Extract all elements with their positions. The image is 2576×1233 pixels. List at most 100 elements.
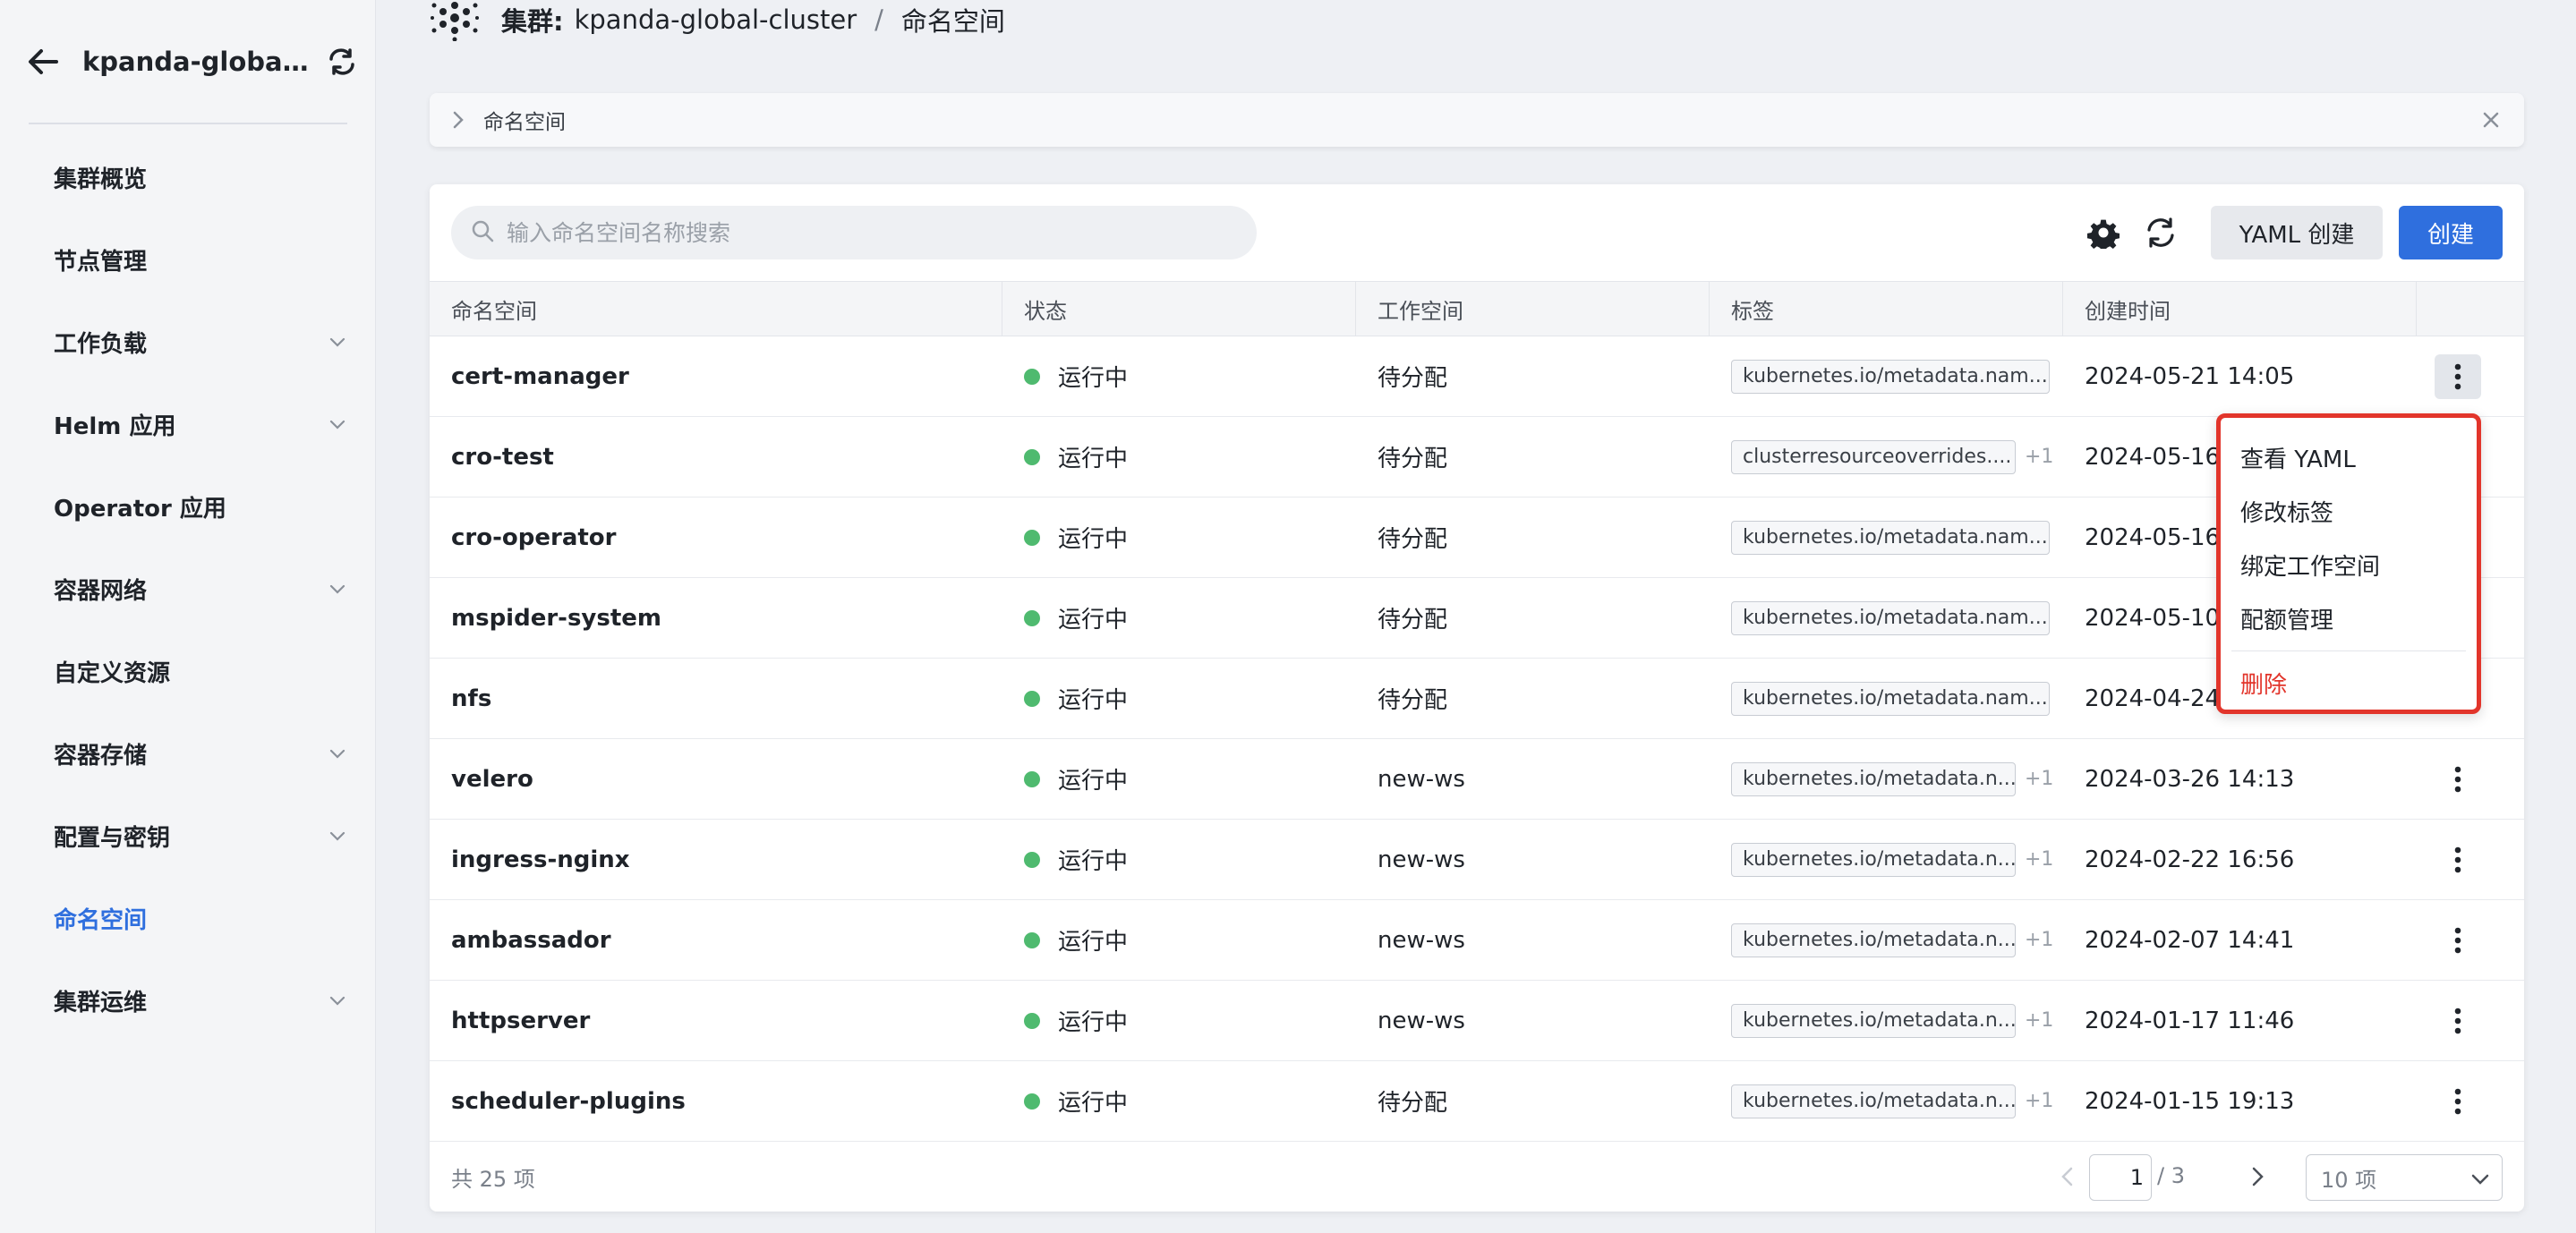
tag-more-count[interactable]: +1: [2025, 929, 2053, 951]
tag-badge[interactable]: kubernetes.io/metadata.nam...: [1731, 359, 2050, 394]
chevron-down-icon[interactable]: [328, 826, 347, 846]
table-row[interactable]: cro-operator 运行中 待分配 kubernetes.io/metadata…: [430, 497, 2524, 578]
namespace-name[interactable]: cert-manager: [430, 336, 1002, 417]
namespace-name[interactable]: httpserver: [430, 981, 1002, 1061]
table-row[interactable]: mspider-system 运行中 待分配 kubernetes.io/metada…: [430, 578, 2524, 659]
sidebar-item-helm-apps[interactable]: Helm 应用: [0, 383, 376, 465]
status-cell: 运行中: [1002, 497, 1356, 578]
tag-badge[interactable]: kubernetes.io/metadata.n...: [1731, 1003, 2016, 1038]
search-box[interactable]: [451, 206, 1257, 259]
tag-badge[interactable]: clusterresourceoverrides....: [1731, 439, 2016, 474]
column-header-status[interactable]: 状态: [1002, 282, 1356, 336]
search-input[interactable]: [507, 219, 1241, 246]
namespace-name[interactable]: scheduler-plugins: [430, 1061, 1002, 1142]
close-icon[interactable]: [2481, 110, 2501, 130]
next-page-icon[interactable]: [2247, 1165, 2270, 1188]
workspace-cell: new-ws: [1378, 1007, 1465, 1034]
table-row[interactable]: ambassador 运行中 new-ws kubernetes.io/metadat…: [430, 900, 2524, 981]
page-number-input[interactable]: 1: [2089, 1154, 2152, 1201]
tag-badge[interactable]: kubernetes.io/metadata.nam...: [1731, 681, 2050, 716]
tag-cell: kubernetes.io/metadata.n... +1: [1710, 900, 2063, 981]
chevron-down-icon[interactable]: [328, 332, 347, 352]
chevron-down-icon[interactable]: [328, 414, 347, 434]
menu-item-edit-labels[interactable]: 修改标签: [2221, 484, 2477, 538]
tag-cell: kubernetes.io/metadata.n... +1: [1710, 1061, 2063, 1142]
namespace-name[interactable]: nfs: [430, 659, 1002, 739]
more-actions-icon[interactable]: [2435, 999, 2481, 1043]
namespace-name[interactable]: ambassador: [430, 900, 1002, 981]
tag-more-count[interactable]: +1: [2025, 768, 2053, 790]
refresh-icon[interactable]: [2143, 215, 2179, 251]
table-row[interactable]: velero 运行中 new-ws kubernetes.io/metadata.n.…: [430, 739, 2524, 820]
status-text: 运行中: [1058, 1009, 1129, 1036]
table-row[interactable]: cert-manager 运行中 待分配 kubernetes.io/metadata…: [430, 336, 2524, 417]
switch-cluster-icon[interactable]: [326, 46, 358, 78]
sidebar-item-cluster-overview[interactable]: 集群概览: [0, 136, 376, 218]
column-header-namespace[interactable]: 命名空间: [430, 282, 1002, 336]
back-arrow-icon[interactable]: [25, 44, 61, 80]
tag-badge[interactable]: kubernetes.io/metadata.nam...: [1731, 520, 2050, 555]
sidebar-item-namespaces[interactable]: 命名空间: [0, 877, 376, 959]
more-actions-icon[interactable]: [2435, 918, 2481, 963]
sidebar-item-config-and-secrets[interactable]: 配置与密钥: [0, 795, 376, 877]
chevron-down-icon[interactable]: [328, 579, 347, 599]
namespace-name[interactable]: cro-test: [430, 417, 1002, 497]
table-row[interactable]: nfs 运行中 待分配 kubernetes.io/metadata.nam... 20…: [430, 659, 2524, 739]
column-header-workspace[interactable]: 工作空间: [1356, 282, 1710, 336]
menu-item-delete[interactable]: 删除: [2221, 657, 2477, 709]
sidebar-item-node-management[interactable]: 节点管理: [0, 218, 376, 301]
more-actions-icon[interactable]: [2435, 838, 2481, 882]
tag-badge[interactable]: kubernetes.io/metadata.n...: [1731, 842, 2016, 877]
menu-item-quota-management[interactable]: 配额管理: [2221, 591, 2477, 645]
tag-badge[interactable]: kubernetes.io/metadata.n...: [1731, 761, 2016, 796]
more-actions-icon[interactable]: [2435, 353, 2481, 399]
page-size-select[interactable]: 10 项: [2306, 1154, 2503, 1201]
namespace-name[interactable]: ingress-nginx: [430, 820, 1002, 900]
chevron-right-icon[interactable]: [449, 111, 467, 129]
table-row[interactable]: ingress-nginx 运行中 new-ws kubernetes.io/meta…: [430, 820, 2524, 900]
table-row[interactable]: cro-test 运行中 待分配 clusterresourceoverrides..…: [430, 417, 2524, 497]
tag-badge[interactable]: kubernetes.io/metadata.n...: [1731, 923, 2016, 957]
sidebar-item-custom-resources[interactable]: 自定义资源: [0, 630, 376, 712]
gear-icon[interactable]: [2086, 215, 2121, 251]
create-button[interactable]: 创建: [2399, 206, 2503, 259]
sidebar-item-cluster-ops[interactable]: 集群运维: [0, 959, 376, 1042]
sidebar-item-workloads[interactable]: 工作负载: [0, 301, 376, 383]
sidebar-item-operator-apps[interactable]: Operator 应用: [0, 465, 376, 548]
table-row[interactable]: httpserver 运行中 new-ws kubernetes.io/metadat…: [430, 981, 2524, 1061]
prev-page-icon[interactable]: [2055, 1165, 2078, 1188]
tag-cell: clusterresourceoverrides.... +1: [1710, 417, 2063, 497]
sidebar-item-container-network[interactable]: 容器网络: [0, 548, 376, 630]
status-cell: 运行中: [1002, 900, 1356, 981]
status-cell: 运行中: [1002, 739, 1356, 820]
tag-more-count[interactable]: +1: [2025, 1090, 2053, 1112]
status-dot: [1024, 851, 1040, 868]
info-panel[interactable]: 命名空间: [430, 93, 2524, 147]
sidebar-item-container-storage[interactable]: 容器存储: [0, 712, 376, 795]
table-footer: 共 25 项 1 / 3 10 项: [430, 1142, 2524, 1212]
workspace-cell: 待分配: [1378, 1090, 1448, 1117]
column-header-created-time[interactable]: 创建时间: [2063, 282, 2417, 336]
workspace-cell: 待分配: [1378, 607, 1448, 634]
tag-badge[interactable]: kubernetes.io/metadata.nam...: [1731, 600, 2050, 635]
created-time: 2024-01-17 11:46: [2085, 1007, 2295, 1034]
status-text: 运行中: [1058, 1090, 1129, 1117]
yaml-create-button[interactable]: YAML 创建: [2211, 206, 2383, 259]
breadcrumb-cluster[interactable]: kpanda-global-cluster: [575, 4, 857, 35]
table-row[interactable]: scheduler-plugins 运行中 待分配 kubernetes.io/met…: [430, 1061, 2524, 1142]
column-header-tags[interactable]: 标签: [1710, 282, 2063, 336]
chevron-down-icon[interactable]: [328, 744, 347, 763]
menu-item-bind-workspace[interactable]: 绑定工作空间: [2221, 538, 2477, 591]
tag-more-count[interactable]: +1: [2025, 848, 2053, 871]
chevron-down-icon[interactable]: [328, 991, 347, 1010]
tag-badge[interactable]: kubernetes.io/metadata.n...: [1731, 1084, 2016, 1118]
namespace-name[interactable]: mspider-system: [430, 578, 1002, 659]
tag-more-count[interactable]: +1: [2025, 446, 2053, 468]
tag-more-count[interactable]: +1: [2025, 1009, 2053, 1032]
menu-item-view-yaml[interactable]: 查看 YAML: [2221, 430, 2477, 484]
more-actions-icon[interactable]: [2435, 757, 2481, 802]
namespace-name[interactable]: velero: [430, 739, 1002, 820]
status-cell: 运行中: [1002, 417, 1356, 497]
more-actions-icon[interactable]: [2435, 1079, 2481, 1124]
namespace-name[interactable]: cro-operator: [430, 497, 1002, 578]
